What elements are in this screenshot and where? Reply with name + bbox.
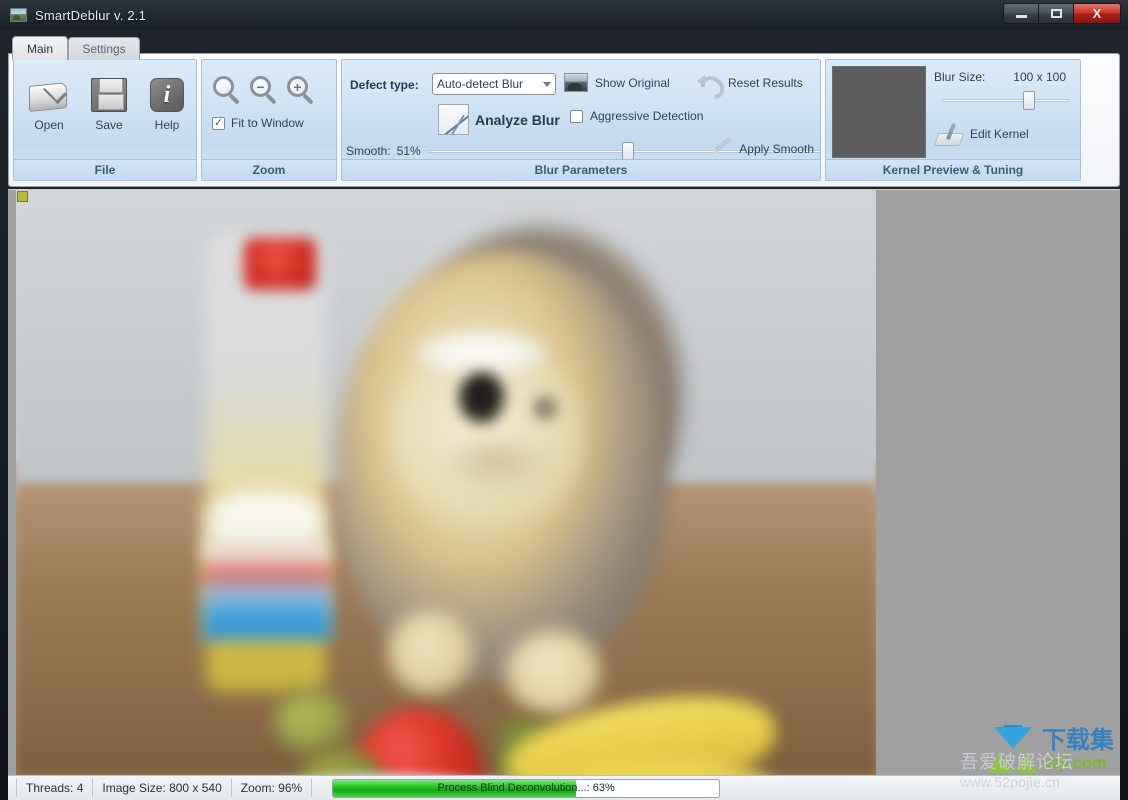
minimize-button[interactable] [1003, 3, 1038, 24]
minimize-icon [1015, 15, 1027, 18]
progress-bar-label: Process Blind Deconvolution...: 63% [437, 782, 615, 794]
zoom-out-icon: − [250, 76, 271, 97]
blurred-photo[interactable] [16, 190, 876, 776]
status-image-size: Image Size: 800 x 540 [93, 779, 232, 797]
defect-type-label: Defect type: [350, 78, 419, 92]
window-controls: X [1003, 3, 1121, 24]
fit-to-window-label: Fit to Window [231, 116, 304, 130]
image-thumbnail-icon [564, 73, 588, 92]
open-button-label: Open [34, 118, 64, 132]
floppy-disk-icon [91, 78, 127, 112]
blur-size-label: Blur Size: [934, 70, 986, 84]
xzji-arrow-head [994, 727, 1032, 749]
maximize-button[interactable] [1038, 3, 1073, 24]
help-button[interactable]: i Help [138, 68, 196, 154]
group-caption-zoom: Zoom [202, 159, 336, 180]
open-button[interactable]: Open [20, 68, 78, 154]
watermark-52pojie-chinese: 吾爱破解论坛 [960, 752, 1074, 773]
photo-hedgehog-eye [459, 372, 505, 424]
maximize-icon [1050, 9, 1062, 18]
photo-hedgehog-paw-left [388, 610, 473, 695]
chevron-down-icon [543, 81, 551, 87]
status-zoom: Zoom: 96% [232, 779, 313, 797]
blur-size-slider[interactable] [934, 90, 1070, 110]
show-original-label: Show Original [595, 75, 670, 90]
analyze-blur-label: Analyze Blur [475, 111, 560, 128]
close-button[interactable]: X [1073, 3, 1121, 24]
app-photo-icon [10, 8, 27, 22]
zoom-in-button[interactable]: + [284, 74, 318, 106]
smooth-label: Smooth: [346, 144, 391, 158]
photo-bottle-cap [244, 238, 316, 290]
fit-to-window-checkbox[interactable]: ✓ Fit to Window [212, 116, 304, 130]
photo-hedgehog-brow [416, 330, 546, 376]
zoom-out-button[interactable]: − [247, 74, 281, 106]
watermark-52pojie-url: www.52pojie.cn [960, 774, 1061, 790]
show-original-button[interactable]: Show Original [564, 73, 670, 92]
apply-smooth-button[interactable]: Apply Smooth [707, 138, 814, 160]
aggressive-detection-checkbox[interactable]: Aggressive Detection [570, 109, 703, 123]
zoom-normal-button[interactable] [210, 74, 244, 106]
defect-type-select[interactable]: Auto-detect Blur [432, 73, 556, 95]
status-bar: Threads: 4 Image Size: 800 x 540 Zoom: 9… [8, 775, 1120, 800]
group-caption-blur-parameters: Blur Parameters [342, 159, 820, 180]
edit-kernel-label: Edit Kernel [970, 127, 1029, 141]
photo-apple-green-back [274, 690, 348, 752]
zoom-in-icon: + [287, 76, 308, 97]
ribbon-group-file: Open Save i Help File [13, 59, 197, 181]
tab-main[interactable]: Main [12, 36, 68, 60]
photo-hedgehog-paw-right [506, 630, 601, 715]
help-button-label: Help [154, 118, 180, 132]
title-bar: SmartDeblur v. 2.1 X [0, 0, 1128, 30]
pencil-edit-icon [936, 122, 964, 146]
apply-smooth-label: Apply Smooth [739, 142, 814, 156]
reset-results-label: Reset Results [728, 76, 803, 90]
zoom-in-sign: + [293, 78, 302, 95]
photo-hedgehog-eye-right [532, 395, 558, 421]
ribbon-toolbar: Open Save i Help File − + ✓ Fit to Windo… [8, 53, 1120, 187]
aggressive-detection-label: Aggressive Detection [590, 109, 704, 123]
defect-type-value: Auto-detect Blur [437, 77, 524, 91]
progress-bar: Process Blind Deconvolution...: 63% [332, 778, 721, 798]
group-caption-file: File [14, 159, 196, 180]
checkbox-check-icon: ✓ [212, 116, 225, 130]
undo-arrow-icon [697, 73, 721, 93]
status-threads: Threads: 4 [16, 779, 94, 797]
open-folder-icon [28, 78, 70, 112]
watermark-52pojie: 吾爱破解论坛 www.52pojie.cn [960, 748, 1128, 796]
image-canvas-area[interactable]: 下载集 xzji.com [8, 189, 1120, 776]
selection-corner-handle[interactable] [17, 191, 28, 202]
photo-hedgehog-muzzle [436, 440, 556, 495]
zoom-out-sign: − [256, 78, 265, 95]
ribbon-group-kernel: Blur Size: 100 x 100 Edit Kernel Kernel … [825, 59, 1081, 181]
save-button-label: Save [95, 118, 123, 132]
analyze-blur-button[interactable]: Analyze Blur [438, 104, 560, 135]
magnifier-icon [213, 76, 234, 97]
ribbon-group-blur-parameters: Defect type: Auto-detect Blur Show Origi… [341, 59, 821, 181]
photo-bottle-label [202, 540, 332, 640]
window-title: SmartDeblur v. 2.1 [35, 7, 147, 23]
analyze-chart-icon [438, 104, 469, 135]
application-window: SmartDeblur v. 2.1 X Main Settings Open … [0, 0, 1128, 800]
group-caption-kernel: Kernel Preview & Tuning [826, 159, 1080, 180]
tab-settings[interactable]: Settings [68, 37, 140, 60]
blur-size-value: 100 x 100 [1013, 70, 1066, 84]
ribbon-group-zoom: − + ✓ Fit to Window Zoom [201, 59, 337, 181]
blur-size-slider-track [942, 98, 1070, 102]
checkbox-empty-icon [570, 109, 583, 123]
smooth-value: 51% [396, 144, 421, 158]
edit-kernel-button[interactable]: Edit Kernel [936, 122, 1029, 146]
checkmark-icon [707, 138, 733, 160]
save-button[interactable]: Save [80, 68, 138, 154]
blur-size-slider-knob[interactable] [1023, 91, 1036, 110]
reset-results-button[interactable]: Reset Results [697, 73, 803, 93]
kernel-preview[interactable] [832, 66, 926, 158]
info-i-icon: i [150, 78, 184, 112]
